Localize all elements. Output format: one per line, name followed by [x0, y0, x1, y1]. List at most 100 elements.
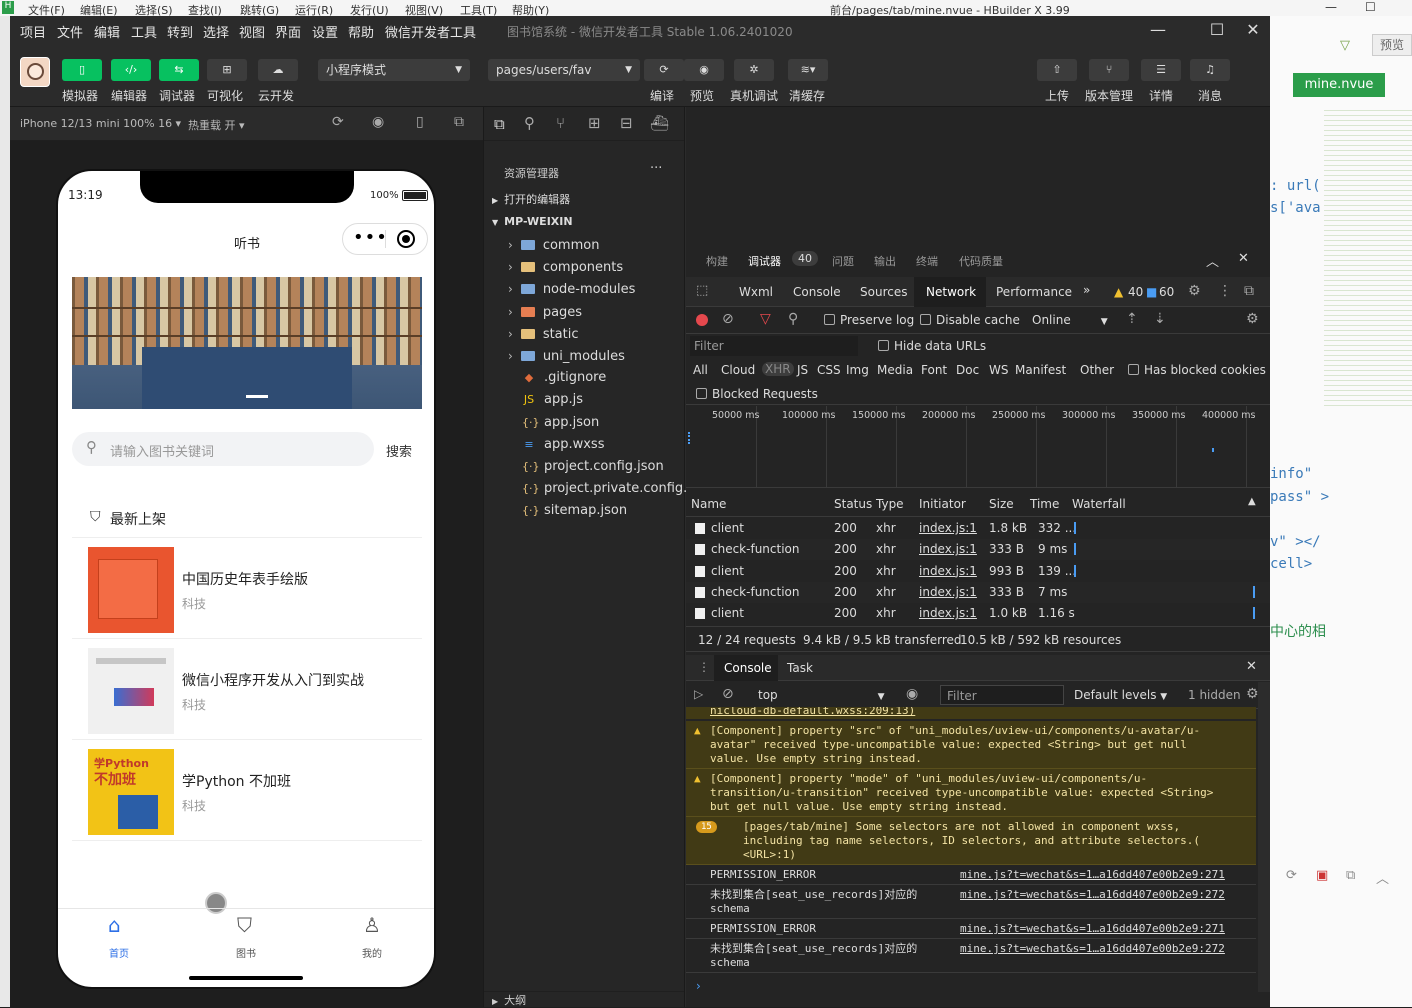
chevron-up-icon[interactable]: ︿	[1206, 251, 1219, 270]
extensions-icon[interactable]: ⊞	[588, 114, 601, 132]
project-root[interactable]: ▼ MP-WEIXIN	[492, 211, 573, 233]
file-tree-item[interactable]: {·} project.config.json	[508, 456, 664, 478]
more-icon[interactable]: ···	[650, 161, 662, 176]
file-tree-item[interactable]: › uni_modules	[508, 345, 625, 367]
open-editors-section[interactable]: ▶ 打开的编辑器	[492, 189, 570, 211]
banner-indicator[interactable]	[246, 395, 268, 398]
page-select[interactable]: pages/users/fav ▼	[488, 59, 640, 81]
type-filter[interactable]: Font	[921, 363, 947, 377]
col-name[interactable]: Name	[691, 497, 726, 511]
bg-preview-button[interactable]: 预览	[1372, 34, 1412, 56]
menu-goto[interactable]: 转到	[167, 22, 193, 41]
type-filter[interactable]: WS	[989, 363, 1008, 377]
messages-button[interactable]: ♫	[1190, 59, 1230, 81]
file-tree-item[interactable]: › node-modules	[508, 278, 635, 300]
search-icon[interactable]: ⚲	[524, 114, 535, 132]
close-icon[interactable]: ✕	[1239, 19, 1267, 41]
file-tree-item[interactable]: {·} project.private.config.js...	[508, 478, 710, 500]
bg-editor-tab-mine[interactable]: mine.nvue	[1293, 73, 1385, 97]
menu-file[interactable]: 文件	[57, 22, 83, 41]
blocked-requests-checkbox[interactable]: Blocked Requests	[696, 387, 818, 401]
eye-icon[interactable]: ◉	[906, 686, 918, 702]
docker-icon[interactable]: ⛴	[650, 114, 669, 132]
remote-debug-button[interactable]: ✲	[734, 59, 774, 81]
col-status[interactable]: Status	[834, 497, 872, 511]
file-tree-item[interactable]: › common	[508, 234, 599, 256]
search-icon[interactable]: ⚲	[788, 311, 798, 327]
run-icon[interactable]: ⟳	[1286, 868, 1297, 883]
context-select[interactable]: top ▼	[758, 688, 885, 702]
stop-circle-icon[interactable]: ◉	[372, 114, 384, 130]
cell-initiator[interactable]: index.js:1	[919, 542, 977, 556]
panel-wxml[interactable]: Wxml	[739, 285, 773, 299]
file-tree-item[interactable]: {·} sitemap.json	[508, 500, 627, 522]
upload-button[interactable]: ⇧	[1037, 59, 1077, 81]
cell-initiator[interactable]: index.js:1	[919, 564, 977, 578]
col-time[interactable]: Time	[1030, 497, 1059, 511]
maximize-icon[interactable]: ☐	[1203, 19, 1231, 41]
close-icon[interactable]: ✕	[1238, 251, 1249, 266]
menu-edit[interactable]: 编辑	[94, 22, 120, 41]
close-miniprogram-icon[interactable]	[397, 230, 415, 248]
levels-select[interactable]: Default levels ▼	[1074, 688, 1167, 702]
menu-settings[interactable]: 设置	[312, 22, 338, 41]
clear-icon[interactable]: ⊘	[722, 311, 734, 327]
gear-icon[interactable]: ⚙	[1246, 311, 1259, 327]
panel-network[interactable]: Network	[914, 277, 986, 307]
console-prompt[interactable]: ›	[696, 979, 701, 993]
close-icon[interactable]: ✕	[1246, 659, 1257, 674]
kebab-icon[interactable]: ⋮	[1218, 283, 1232, 299]
file-tree-item[interactable]: ≡ app.wxss	[508, 434, 604, 456]
col-initiator[interactable]: Initiator	[919, 497, 966, 511]
editor-toggle-button[interactable]: ‹/›	[111, 59, 151, 81]
tab-home[interactable]: ⌂ 首页	[98, 913, 142, 960]
sort-up-icon[interactable]: ▲	[1248, 496, 1256, 507]
type-filter[interactable]: Other	[1080, 363, 1114, 377]
network-overview[interactable]: 50000 ms 100000 ms 150000 ms 200000 ms 25000…	[686, 406, 1270, 488]
menu-select[interactable]: 选择	[203, 22, 229, 41]
cell-initiator[interactable]: index.js:1	[919, 521, 977, 535]
type-filter[interactable]: JS	[797, 363, 808, 377]
type-filter[interactable]: All	[693, 363, 708, 377]
debugger-toggle-button[interactable]: ⇆	[159, 59, 199, 81]
menu-wechat-devtools[interactable]: 微信开发者工具	[385, 22, 476, 41]
gear-icon[interactable]: ⚙	[1246, 686, 1259, 702]
drawer-menu-icon[interactable]: ⋮	[698, 660, 710, 674]
gear-icon[interactable]: ⚙	[1188, 283, 1201, 299]
preserve-log-checkbox[interactable]: Preserve log	[824, 313, 914, 327]
chevron-up-icon[interactable]: ︿	[1376, 868, 1389, 887]
search-input[interactable]: ⚲ 请输入图书关键词	[72, 432, 374, 466]
phone-icon[interactable]: ▯	[416, 114, 424, 130]
type-filter[interactable]: XHR	[762, 362, 794, 376]
search-button[interactable]: 搜索	[386, 441, 412, 460]
console-source-link[interactable]: mine.js?t=wechat&s=1…a16dd407e00b2e9:272	[960, 942, 1225, 956]
details-button[interactable]: ☰	[1141, 59, 1181, 81]
info-count[interactable]: 60	[1159, 285, 1174, 299]
avatar[interactable]	[20, 57, 50, 87]
drawer-tab-task[interactable]: Task	[787, 661, 813, 675]
file-tree-item[interactable]: › static	[508, 323, 579, 345]
tab-mine[interactable]: ♙ 我的	[351, 913, 395, 960]
cloud-dev-button[interactable]: ☁	[258, 59, 298, 81]
disable-cache-checkbox[interactable]: Disable cache	[920, 313, 1020, 327]
menu-interface[interactable]: 界面	[275, 22, 301, 41]
col-waterfall[interactable]: Waterfall	[1072, 497, 1126, 511]
table-row[interactable]: client 200 xhr index.js:1 1.0 kB 1.16 s	[686, 603, 1270, 625]
panel-performance[interactable]: Performance	[996, 285, 1072, 299]
tab-output[interactable]: 输出	[874, 253, 896, 269]
refresh-icon[interactable]: ⟳	[332, 114, 344, 130]
type-filter[interactable]: CSS	[817, 363, 841, 377]
panel-sources[interactable]: Sources	[860, 285, 907, 299]
menu-view[interactable]: 视图	[239, 22, 265, 41]
has-blocked-cookies-checkbox[interactable]: Has blocked cookies	[1128, 363, 1266, 377]
file-tree-item[interactable]: › components	[508, 256, 623, 278]
console-source-link[interactable]: mine.js?t=wechat&s=1…a16dd407e00b2e9:271	[960, 922, 1225, 936]
tab-build[interactable]: 构建	[706, 253, 728, 269]
bg-maximize-icon[interactable]: ☐	[1365, 0, 1376, 14]
mode-select[interactable]: 小程序模式 ▼	[318, 59, 470, 81]
filter-icon[interactable]: ▽	[1340, 38, 1350, 53]
more-dots-icon[interactable]: •••	[353, 227, 388, 248]
type-filter[interactable]: Img	[846, 363, 869, 377]
outline-section[interactable]: ▶ 大纲	[484, 991, 684, 1007]
file-tree-item[interactable]: JS app.js	[508, 389, 583, 411]
